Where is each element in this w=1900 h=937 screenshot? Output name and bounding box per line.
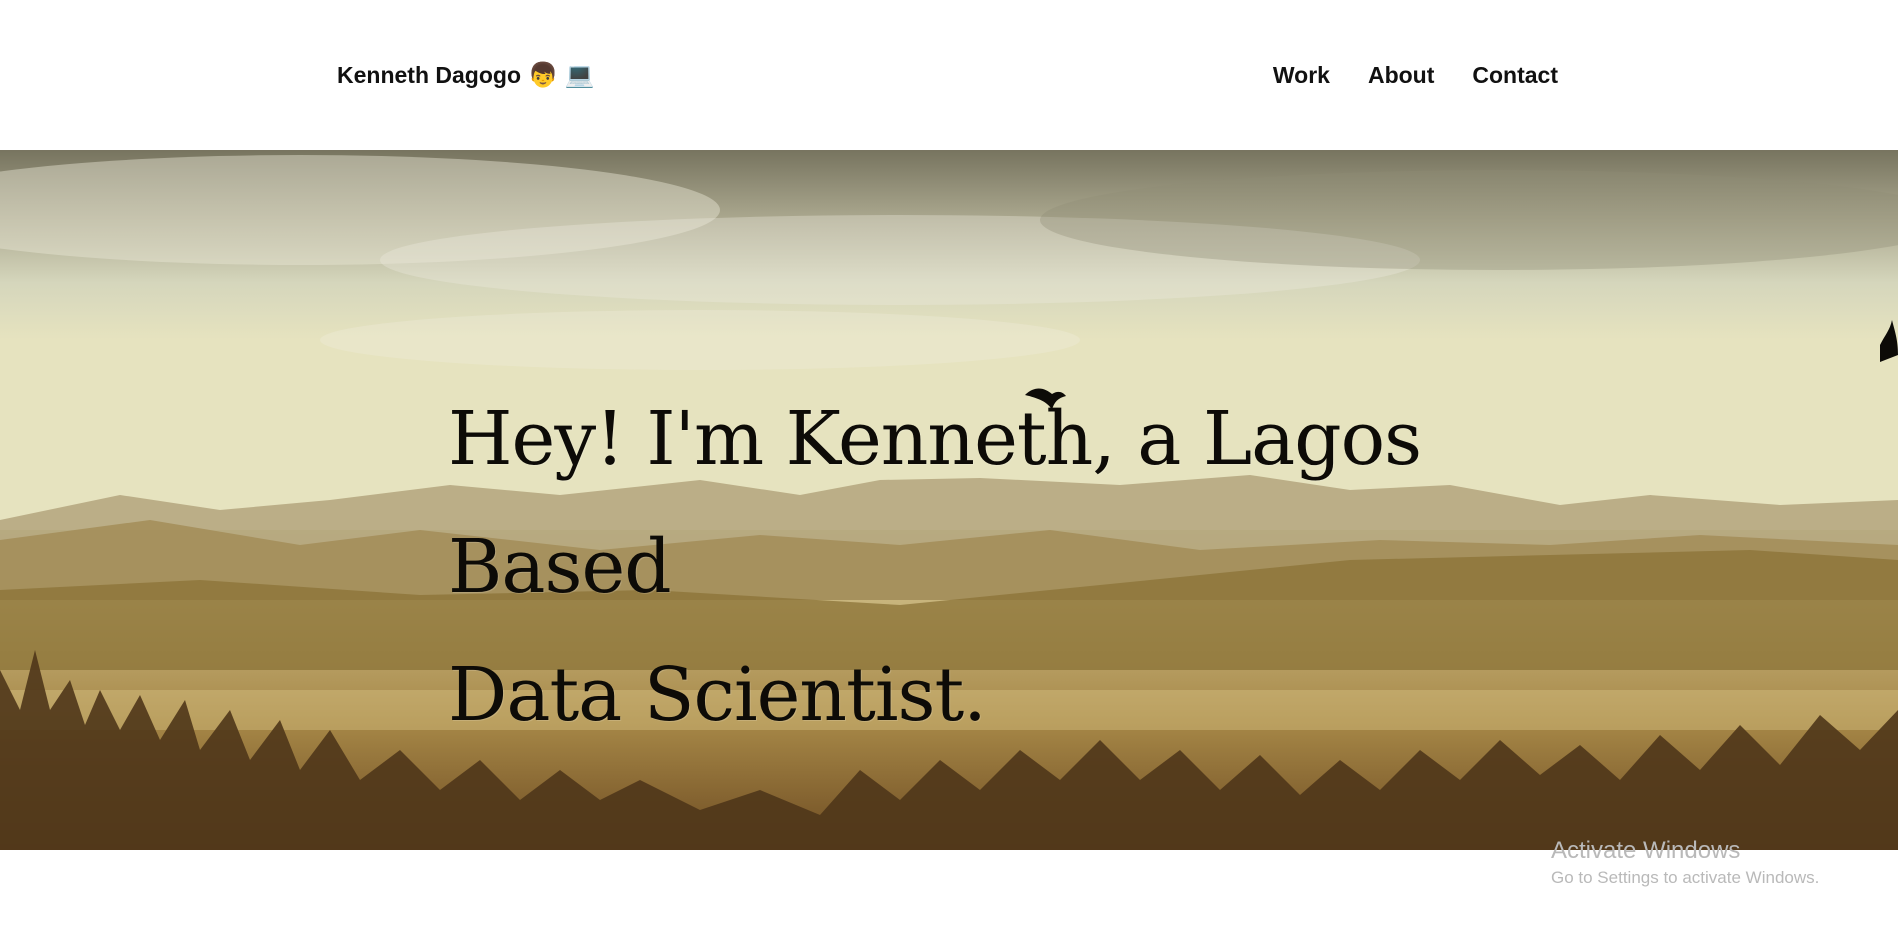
boy-emoji-icon: 👦 — [528, 61, 558, 89]
nav-link-work[interactable]: Work — [1273, 62, 1330, 89]
hero-headline: Hey! I'm Kenneth, a Lagos Based Data Sci… — [448, 375, 1548, 759]
laptop-emoji-icon: 💻 — [564, 61, 595, 89]
hero-headline-line-1: Hey! I'm Kenneth, a Lagos Based — [448, 396, 1422, 610]
nav-link-contact[interactable]: Contact — [1472, 62, 1558, 89]
watermark-title: Activate Windows — [1551, 837, 1741, 864]
hero-section: Hey! I'm Kenneth, a Lagos Based Data Sci… — [0, 150, 1898, 850]
watermark-subtitle: Go to Settings to activate Windows. — [1551, 868, 1820, 887]
hero-headline-line-2: Data Scientist. — [448, 652, 987, 738]
site-header: Kenneth Dagogo 👦 💻 Work About Contact — [0, 0, 1900, 150]
main-nav: Work About Contact — [1273, 62, 1558, 89]
page: Kenneth Dagogo 👦 💻 Work About Contact He… — [0, 0, 1900, 937]
nav-link-about[interactable]: About — [1368, 62, 1434, 89]
brand-name: Kenneth Dagogo — [337, 62, 521, 88]
windows-activation-watermark: Activate Windows Go to Settings to activ… — [1551, 836, 1819, 890]
brand-logo-link[interactable]: Kenneth Dagogo 👦 💻 — [337, 62, 595, 89]
